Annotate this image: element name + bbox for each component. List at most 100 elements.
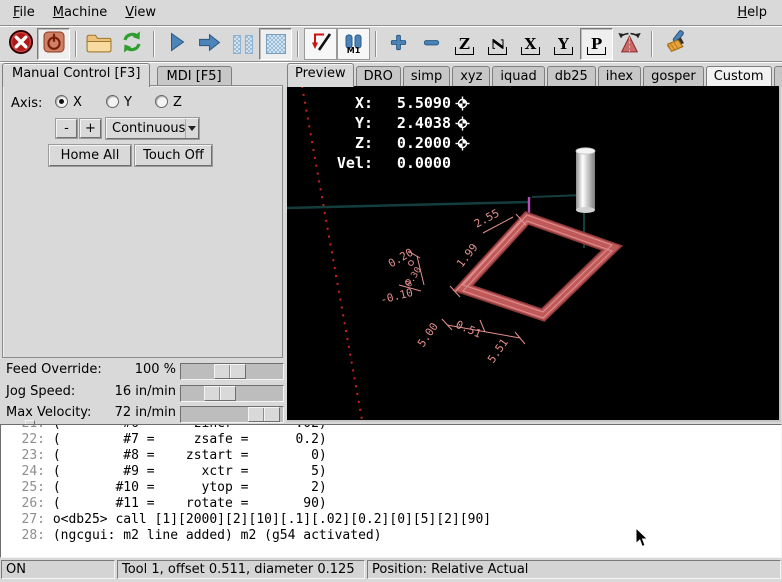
axis-radio-y[interactable]: Y (106, 95, 132, 110)
preview-canvas[interactable]: X: 5.5090 Y: 2.4038 Z: 0.2000 Vel: 0.000… (287, 86, 781, 422)
pause-button[interactable] (226, 28, 259, 60)
gcode-line[interactable]: 24: ( #9 = xctr = 5) (1, 464, 781, 480)
toolbar-separator (153, 31, 155, 57)
radio-indicator (106, 95, 119, 108)
run-program-button[interactable] (160, 28, 193, 60)
view-perspective-icon: P (591, 37, 602, 51)
view-z-rotated-button[interactable]: Z (481, 28, 514, 60)
stop-button[interactable] (259, 28, 292, 60)
preview-tabs: PreviewDROsimpxyziquaddb25ihexgosperCust… (287, 63, 781, 85)
gcode-listing[interactable]: 21: ( #6 = zincr = .02) 22: ( #7 = zsafe… (0, 424, 782, 558)
max-velocity-row: Max Velocity: 72 in/min (0, 405, 284, 423)
gcode-line[interactable]: 26: ( #11 = rotate = 90) (1, 496, 781, 512)
dro-x-label: X: (315, 94, 373, 112)
slider-handle[interactable] (214, 364, 246, 379)
tab-manual-control[interactable]: Manual Control [F3] (2, 63, 150, 87)
touch-off-button[interactable]: Touch Off (135, 145, 212, 166)
jog-speed-label: Jog Speed: (6, 384, 75, 399)
radio-indicator (55, 95, 68, 108)
gcode-line[interactable]: 22: ( #7 = zsafe = 0.2) (1, 432, 781, 448)
tab-gosper[interactable]: gosper (643, 66, 704, 87)
gcode-line[interactable]: 25: ( #10 = ytop = 2) (1, 480, 781, 496)
gcode-line[interactable]: 27: o<db25> call [1][2000][2][10][.1][.0… (1, 512, 781, 528)
zoom-in-icon (389, 33, 408, 56)
stop-icon (266, 34, 286, 54)
feed-override-value: 100 % (86, 362, 176, 377)
step-button[interactable] (193, 28, 226, 60)
view-z-button[interactable]: Z (448, 28, 481, 60)
mouse-cursor (635, 527, 649, 548)
toolbar-separator (297, 31, 299, 57)
zoom-in-button[interactable] (382, 28, 415, 60)
jog-minus-button[interactable]: - (56, 119, 77, 138)
slider-handle[interactable] (204, 386, 236, 401)
jog-speed-slider[interactable] (180, 385, 284, 402)
home-all-button[interactable]: Home All (49, 145, 131, 166)
jog-plus-button[interactable]: + (80, 119, 101, 138)
dro-vel-row: Vel: 0.0000 (315, 154, 451, 172)
view-y-icon: Y (558, 37, 569, 51)
view-z-icon: Z (459, 37, 470, 51)
tab-preview[interactable]: Preview (287, 63, 354, 87)
m1-label: M1 (347, 47, 361, 55)
clear-plot-button[interactable] (658, 28, 691, 60)
rotate-cone-icon (616, 30, 643, 59)
tab-xyz[interactable]: xyz (452, 66, 490, 87)
dro-z-label: Z: (315, 134, 373, 152)
toolbar: M1 Z Z X Y P (0, 27, 782, 62)
tab-iquad[interactable]: iquad (492, 66, 544, 87)
jog-mode-dropdown[interactable]: Continuous (106, 118, 199, 139)
gcode-line[interactable]: 28: (ngcgui: m2 line added) m2 (g54 acti… (1, 528, 781, 544)
dropdown-arrow-icon (185, 119, 198, 138)
axis-radio-x[interactable]: X (55, 95, 82, 110)
status-bar: ON Tool 1, offset 0.511, diameter 0.125 … (0, 559, 782, 582)
dro-vel-value: 0.0000 (373, 154, 451, 172)
zoom-out-button[interactable] (415, 28, 448, 60)
step-arrow-icon (197, 32, 222, 57)
view-z-rotated-icon: Z (492, 37, 503, 51)
axis-radio-z[interactable]: Z (155, 95, 182, 110)
dro-x-value: 5.5090 (373, 94, 451, 112)
estop-button[interactable] (4, 28, 37, 60)
manual-control-panel: Axis: X Y Z - + Continuous Home All Touc… (2, 85, 283, 358)
menu-file[interactable]: File (4, 2, 44, 23)
tab-ihex[interactable]: ihex (598, 66, 641, 87)
max-velocity-slider[interactable] (180, 406, 284, 423)
slider-handle[interactable] (248, 407, 280, 422)
tab-mdi[interactable]: MDI [F5] (157, 66, 232, 87)
tool-info-status: Tool 1, offset 0.511, diameter 0.125 (117, 560, 365, 579)
view-perspective-button[interactable]: P (580, 28, 613, 60)
estop-icon (8, 29, 34, 59)
tab-dro[interactable]: DRO (356, 66, 401, 87)
dro-z-value: 0.2000 (373, 134, 451, 152)
tab-simp[interactable]: simp (403, 66, 450, 87)
view-x-button[interactable]: X (514, 28, 547, 60)
dro-y-label: Y: (315, 114, 373, 132)
menu-machine[interactable]: Machine (44, 2, 116, 23)
tab-db25[interactable]: db25 (547, 66, 596, 87)
reload-file-button[interactable] (115, 28, 148, 60)
rotate-view-button[interactable] (613, 28, 646, 60)
menu-view[interactable]: View (116, 2, 165, 23)
tab-custom[interactable]: Custom (706, 66, 772, 87)
open-file-button[interactable] (82, 28, 115, 60)
max-velocity-label: Max Velocity: (6, 405, 91, 420)
toolbar-separator (75, 31, 77, 57)
run-icon (167, 31, 187, 57)
feed-override-slider[interactable] (180, 363, 284, 380)
gcode-line[interactable]: 21: ( #6 = zincr = .02) (1, 424, 781, 432)
dro-y-row: Y: 2.4038 (315, 114, 470, 132)
machine-power-button[interactable] (37, 28, 70, 60)
power-icon (43, 31, 65, 57)
view-y-button[interactable]: Y (547, 28, 580, 60)
menu-help[interactable]: Help (728, 2, 776, 23)
homed-icon (455, 96, 470, 111)
skip-lines-toggle[interactable] (304, 28, 337, 60)
tab-ttt[interactable]: ttt (774, 66, 782, 87)
dro-vel-label: Vel: (315, 154, 373, 172)
broom-icon (661, 30, 689, 59)
gcode-line[interactable]: 23: ( #8 = zstart = 0) (1, 448, 781, 464)
view-x-icon: X (525, 37, 537, 51)
optional-pause-toggle[interactable]: M1 (337, 28, 370, 60)
toolbar-separator (651, 31, 653, 57)
